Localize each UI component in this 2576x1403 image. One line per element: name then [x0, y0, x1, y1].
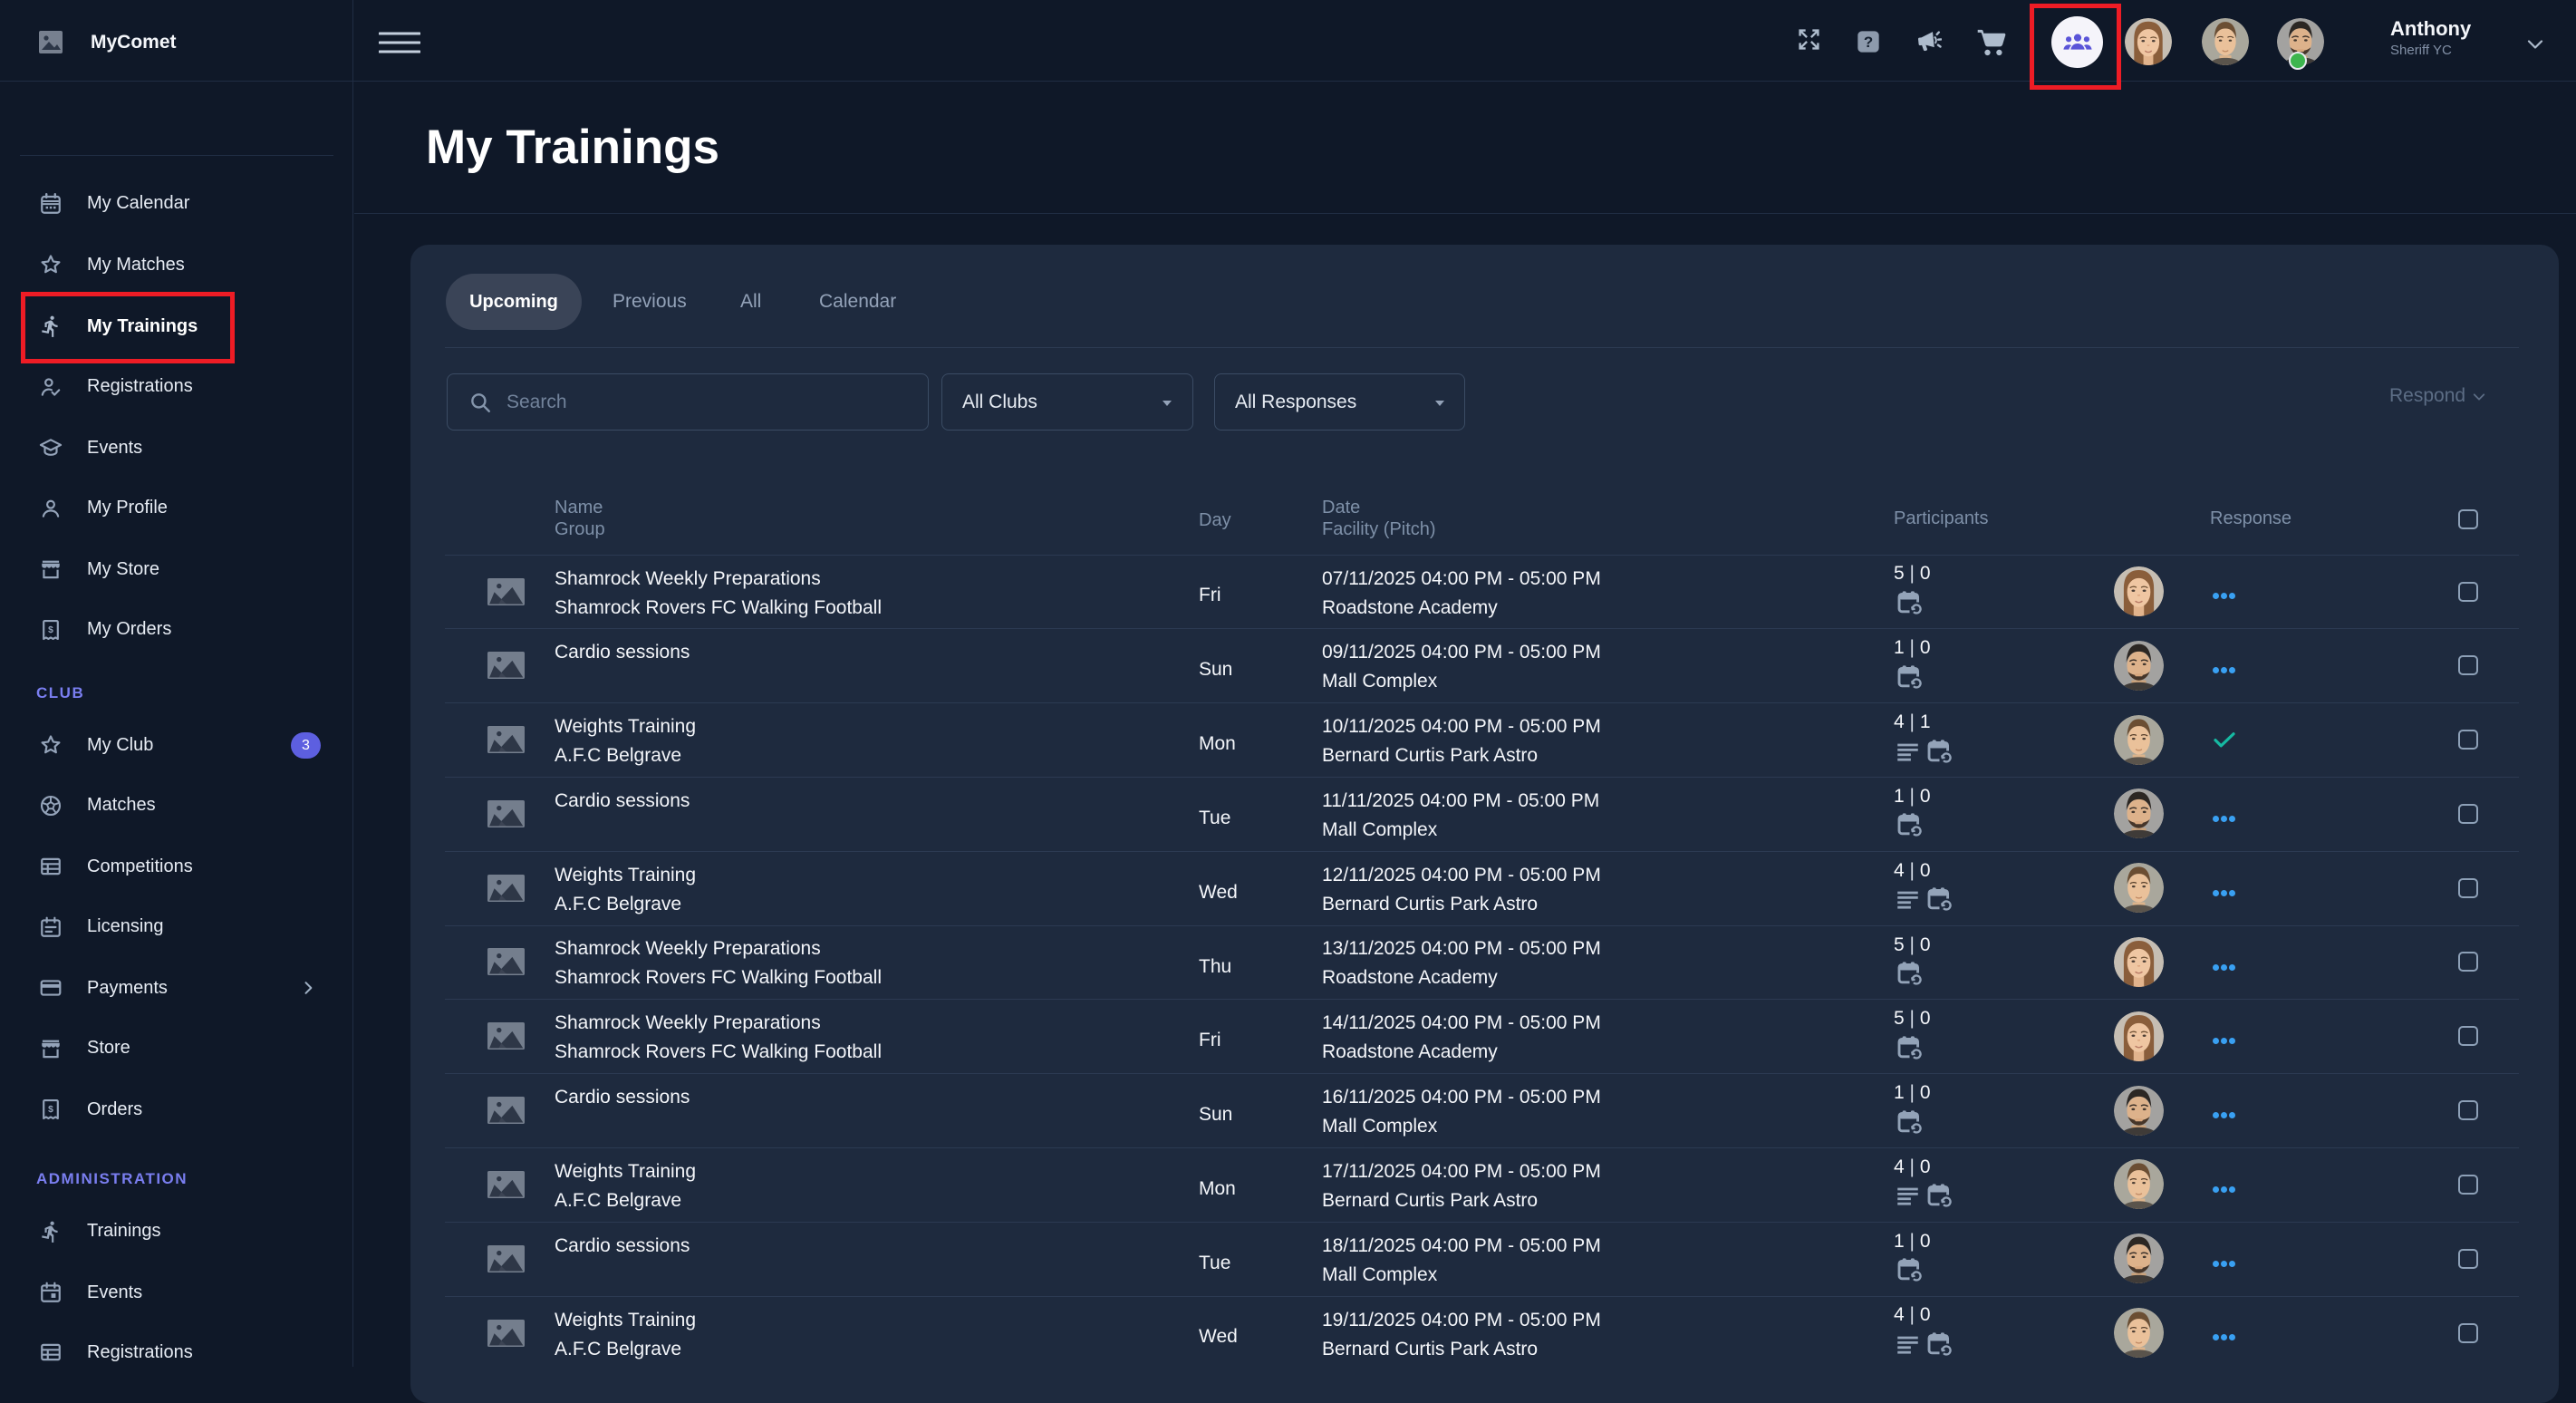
svg-text:?: ?: [1864, 34, 1873, 51]
svg-text:$: $: [48, 625, 53, 635]
svg-text:$: $: [48, 1105, 53, 1115]
